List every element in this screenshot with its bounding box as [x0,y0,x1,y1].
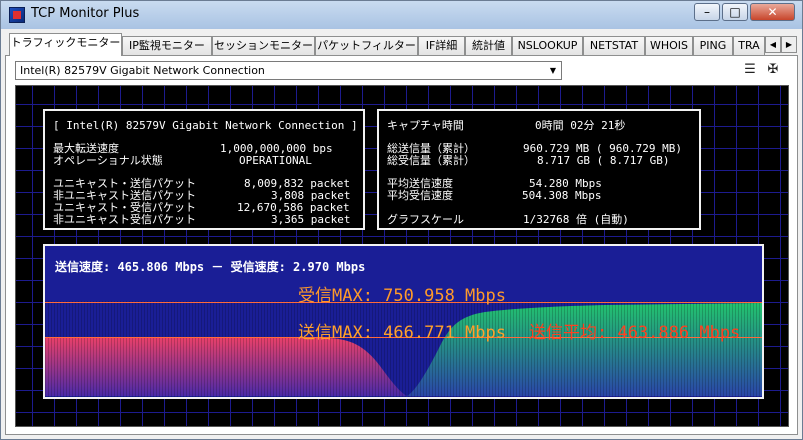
tab-whois[interactable]: WHOIS [645,36,693,55]
rx-max-label: 受信MAX: 750.958 Mbps [298,286,506,306]
app-window: TCP Monitor Plus – □ ✕ トラフィックモニター IP監視モニ… [0,0,803,440]
window-title: TCP Monitor Plus [31,6,140,21]
operational-state-value: OPERATIONAL [239,154,312,167]
pin-icon[interactable]: ✠ [764,62,782,78]
adapter-info-box: [ Intel(R) 82579V Gigabit Network Connec… [43,109,365,230]
tab-nslookup[interactable]: NSLOOKUP [512,36,583,55]
adapter-select[interactable]: Intel(R) 82579V Gigabit Network Connecti… [15,61,562,80]
current-speed-readout: 送信速度: 465.806 Mbps － 受信速度: 2.970 Mbps [55,260,366,274]
avg-recv-speed-value: 504.308 Mbps [522,189,602,202]
tab-ip-monitor[interactable]: IP監視モニター [122,36,212,55]
tx-max-label: 送信MAX: 466.771 Mbps [298,323,506,343]
nonunicast-recv-label: 非ユニキャスト受信パケット [53,213,196,226]
maximize-button[interactable]: □ [722,3,748,21]
nonunicast-recv-value: 3,365 packet [271,213,351,226]
capture-stats-box: キャプチャ時間 0時間 02分 21秒 総送信量（累計） 960.729 MB … [377,109,701,230]
tab-ping[interactable]: PING [693,36,733,55]
tab-traceroute[interactable]: TRA [733,36,765,55]
tab-scroll-left-button[interactable]: ◀ [765,36,781,53]
tab-statistics[interactable]: 統計値 [465,36,512,55]
capture-time-value: 0時間 02分 21秒 [535,119,626,132]
graph-scale-label: グラフスケール [387,213,464,226]
app-icon[interactable] [9,7,25,23]
tab-if-detail[interactable]: IF詳細 [418,36,465,55]
traffic-graph: 送信速度: 465.806 Mbps － 受信速度: 2.970 Mbps 受信… [43,244,764,399]
capture-time-label: キャプチャ時間 [387,119,464,132]
close-button[interactable]: ✕ [750,3,795,21]
tab-session-monitor[interactable]: セッションモニター [212,36,315,55]
tab-packet-filter[interactable]: パケットフィルター [315,36,418,55]
tab-netstat[interactable]: NETSTAT [583,36,645,55]
adapter-select-value: Intel(R) 82579V Gigabit Network Connecti… [20,64,265,77]
adapter-header: [ Intel(R) 82579V Gigabit Network Connec… [53,119,358,132]
traffic-monitor-display: [ Intel(R) 82579V Gigabit Network Connec… [15,85,789,427]
graph-scale-value: 1/32768 倍 (自動) [523,213,629,226]
chevron-down-icon[interactable]: ▼ [545,62,561,79]
title-bar[interactable]: TCP Monitor Plus – □ ✕ [1,1,802,29]
avg-recv-speed-label: 平均受信速度 [387,189,453,202]
list-view-icon[interactable]: ☰ [741,62,759,78]
tab-bar: トラフィックモニター IP監視モニター セッションモニター パケットフィルター … [1,31,802,56]
total-recv-value: 8.717 GB ( 8.717 GB) [537,154,670,167]
tx-avg-label: 送信平均: 463.886 Mbps [529,323,741,343]
total-recv-label: 総受信量（累計） [387,154,475,167]
graph-bar-stripes [45,301,762,397]
tab-traffic-monitor[interactable]: トラフィックモニター [9,33,122,56]
tab-scroll-right-button[interactable]: ▶ [781,36,797,53]
minimize-button[interactable]: – [694,3,720,21]
operational-state-label: オペレーショナル状態 [53,154,163,167]
